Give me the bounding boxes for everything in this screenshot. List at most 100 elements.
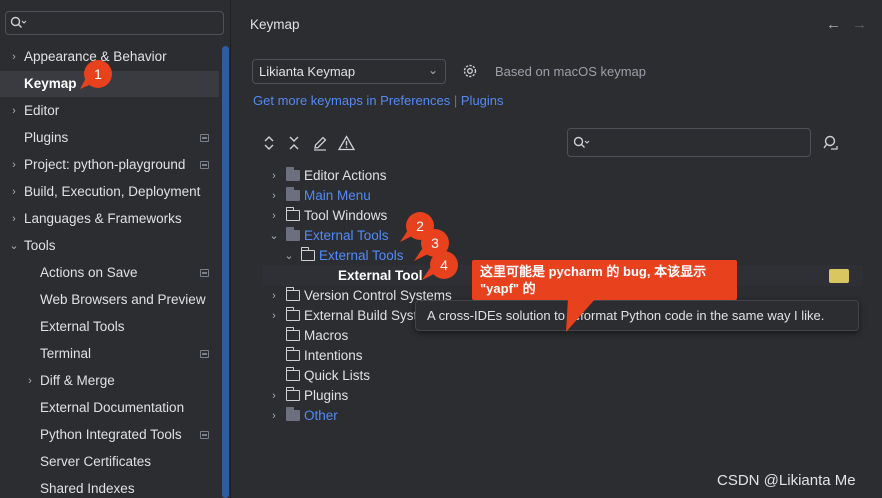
keymap-tree-label: Other [304,408,338,423]
badge-pointer-3 [414,249,430,261]
watermark: CSDN @Likianta Me [717,472,856,489]
chevron-down-icon: ⌄ [427,63,438,77]
action-tooltip: A cross-IDEs solution to reformat Python… [415,300,859,331]
sidebar-item-label: Languages & Frameworks [24,211,182,226]
based-on-label: Based on macOS keymap [495,64,647,79]
chevron-right-icon[interactable]: › [268,186,280,206]
folder-icon [285,207,300,221]
folder-icon [285,287,300,301]
keymap-search-input[interactable] [567,128,811,157]
folder-icon [285,327,300,341]
keymap-tree-label: External Tool [338,268,423,283]
keymap-tree-item[interactable]: › Tool Windows [232,206,872,226]
chevron-down-icon[interactable]: ⌄ [268,226,280,246]
sidebar-item[interactable]: › Project: python-playground [0,152,219,178]
folder-icon [285,227,300,241]
tooltip-text: A cross-IDEs solution to reformat Python… [427,308,825,323]
callout-pointer [566,298,596,332]
edit-icon[interactable] [312,135,328,151]
chevron-right-icon[interactable]: › [268,206,280,226]
keymap-tree-label: Main Menu [304,188,371,203]
project-level-icon [200,161,209,169]
chevron-right-icon[interactable]: › [8,152,20,178]
keymap-tree-label: Intentions [304,348,363,363]
sidebar-item[interactable]: External Tools [0,314,219,340]
sidebar-item-label: Python Integrated Tools [40,427,182,442]
keymap-tree-item[interactable]: › Other [232,406,872,426]
sidebar-item[interactable]: Actions on Save [0,260,219,286]
sidebar-item[interactable]: Server Certificates [0,449,219,475]
sidebar-item[interactable]: Web Browsers and Preview [0,287,219,313]
arrow-left-icon[interactable]: ← [826,16,841,33]
sidebar-item-label: Actions on Save [40,265,138,280]
callout-line-2: "yapf" 的 [480,281,536,296]
folder-icon [285,367,300,381]
find-by-shortcut-icon[interactable] [822,134,840,152]
sidebar-scrollbar[interactable] [222,46,229,498]
keymap-tree-item[interactable]: Intentions [232,346,872,366]
sidebar-item-label: Editor [24,103,60,118]
sidebar-item-label: Web Browsers and Preview [40,292,206,307]
badge-pointer-4 [422,268,438,280]
sidebar-item[interactable]: › Languages & Frameworks [0,206,219,232]
folder-icon [285,307,300,321]
sidebar-item[interactable]: › Editor [0,98,219,124]
folder-icon [285,167,300,181]
warning-icon[interactable] [338,135,355,151]
keymap-tree-label: External Tools [304,228,389,243]
plugins-link[interactable]: Plugins [461,93,504,108]
chevron-right-icon[interactable]: › [268,406,280,426]
page-title: Keymap [250,17,300,32]
sidebar-item-label: Server Certificates [40,454,152,469]
keymap-tree-item[interactable]: Quick Lists [232,366,872,386]
chevron-down-icon[interactable]: ⌄ [283,246,295,266]
sidebar-item[interactable]: External Documentation [0,395,219,421]
chevron-right-icon[interactable]: › [268,286,280,306]
keymap-tree-item[interactable]: › Editor Actions [232,166,872,186]
sidebar-item-label: Diff & Merge [40,373,115,388]
folder-icon [285,347,300,361]
chevron-right-icon[interactable]: › [8,179,20,205]
callout-line-1: 这里可能是 pycharm 的 bug, 本该显示 [480,264,707,279]
keymap-panel: Keymap ← → Likianta Keymap ⌄ Based on ma… [232,0,882,498]
chevron-right-icon[interactable]: › [8,206,20,232]
gear-icon[interactable] [461,62,479,80]
sidebar-item[interactable]: › Build, Execution, Deployment [0,179,219,205]
chevron-right-icon[interactable]: › [8,98,20,124]
keymap-tree-item[interactable]: › Main Menu [232,186,872,206]
collapse-all-icon[interactable] [288,135,300,151]
chevron-right-icon[interactable]: › [8,44,20,70]
chevron-right-icon[interactable]: › [24,368,36,394]
keymap-tree-item[interactable]: › Plugins [232,386,872,406]
search-icon [573,136,590,148]
chevron-right-icon[interactable]: › [268,386,280,406]
keymap-dropdown[interactable]: Likianta Keymap ⌄ [252,59,446,84]
folder-icon [285,387,300,401]
project-level-icon [200,134,209,142]
arrow-right-icon[interactable]: → [852,16,867,33]
sidebar-item[interactable]: Shared Indexes [0,476,219,498]
sidebar-item-label: Project: python-playground [24,157,186,172]
sidebar-item[interactable]: Python Integrated Tools [0,422,219,448]
expand-collapse-icon[interactable] [263,135,275,151]
sidebar-item[interactable]: ⌄ Tools [0,233,219,259]
keymap-tree-label: Plugins [304,388,349,403]
annotation-callout: 这里可能是 pycharm 的 bug, 本该显示 "yapf" 的 [472,260,737,300]
chevron-right-icon[interactable]: › [268,306,280,326]
sidebar-item[interactable]: › Diff & Merge [0,368,219,394]
chevron-right-icon[interactable]: › [268,166,280,186]
sidebar-item[interactable]: Terminal [0,341,219,367]
project-level-icon [200,269,209,277]
get-more-keymaps-link[interactable]: Get more keymaps in Preferences [253,93,450,108]
chevron-down-icon[interactable]: ⌄ [8,233,20,259]
keymap-tree-label: Tool Windows [304,208,388,223]
sidebar-item-label: Shared Indexes [40,481,135,496]
sidebar-item-label: Tools [24,238,56,253]
sidebar-item[interactable]: Plugins [0,125,219,151]
badge-pointer-1 [80,78,96,89]
settings-search-input[interactable] [5,11,224,35]
settings-sidebar: › Appearance & Behavior Keymap › Editor Plugi… [0,0,231,498]
link-separator: | [453,93,458,108]
folder-icon [300,247,315,261]
keymap-tree-item[interactable]: ⌄ External Tools [232,226,872,246]
